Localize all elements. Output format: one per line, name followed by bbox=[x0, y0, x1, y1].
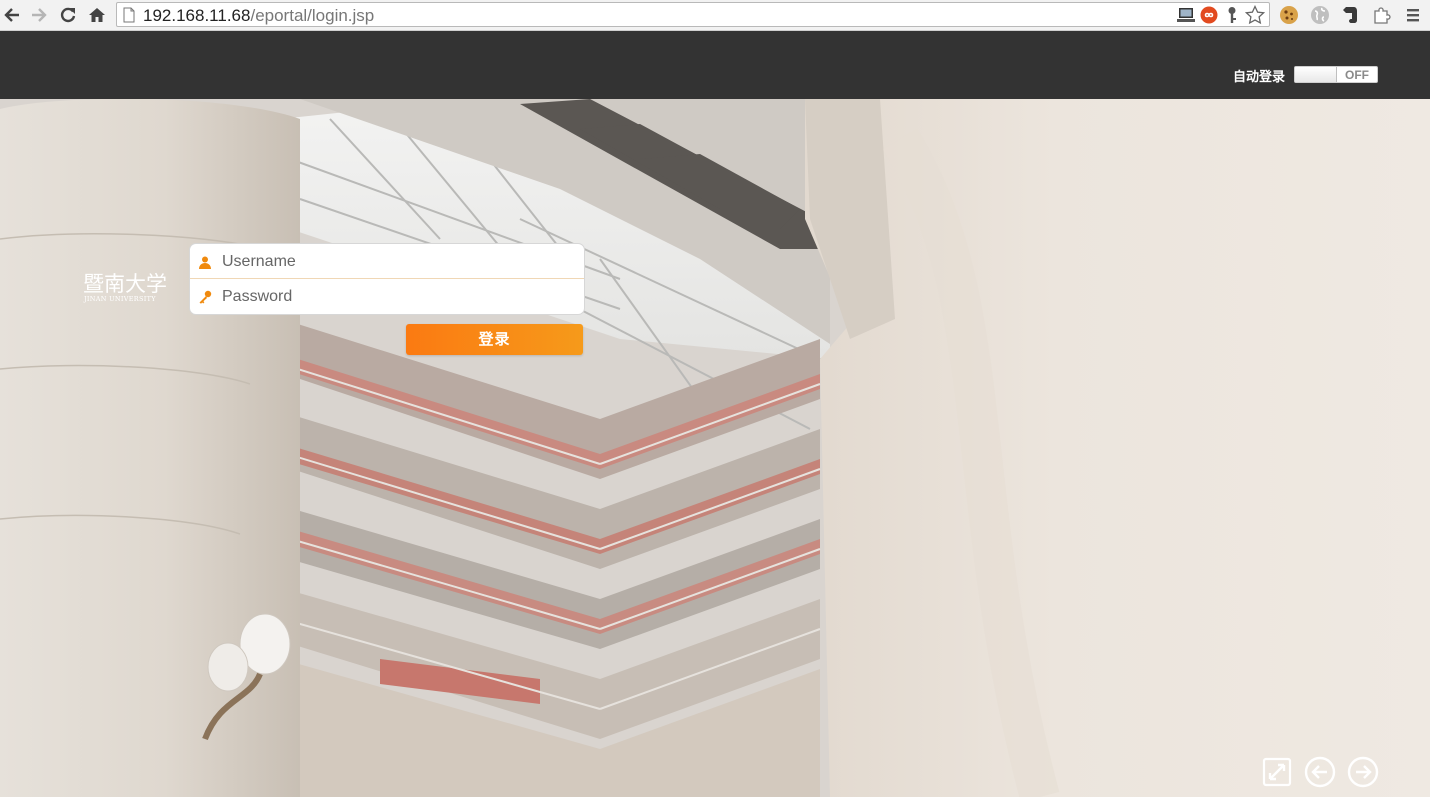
star-icon[interactable] bbox=[1245, 5, 1265, 25]
password-input[interactable] bbox=[220, 285, 574, 309]
auto-login-label: 自动登录 bbox=[1233, 69, 1286, 84]
url-host: 192.168.11.68 bbox=[143, 6, 251, 25]
puzzle-icon[interactable] bbox=[1370, 3, 1394, 27]
reload-icon[interactable] bbox=[56, 3, 80, 27]
campus-building-image bbox=[0, 99, 1430, 797]
toggle-knob[interactable] bbox=[1295, 67, 1337, 82]
menu-icon[interactable] bbox=[1401, 3, 1425, 27]
page-icon bbox=[123, 7, 135, 28]
username-field bbox=[190, 244, 584, 279]
portal-header: 自动登录 OFF bbox=[0, 31, 1430, 99]
back-icon[interactable] bbox=[0, 3, 24, 27]
background-photo bbox=[0, 99, 1430, 797]
evernote-icon[interactable] bbox=[1339, 3, 1363, 27]
previous-slide-icon[interactable] bbox=[1303, 755, 1337, 789]
address-bar[interactable]: 192.168.11.68/eportal/login.jsp bbox=[116, 2, 1270, 27]
logo-subtext: JINAN UNIVERSITY bbox=[83, 295, 156, 303]
infinity-icon[interactable] bbox=[1199, 5, 1219, 25]
forward-icon[interactable] bbox=[27, 3, 51, 27]
globe-icon[interactable] bbox=[1308, 3, 1332, 27]
next-slide-icon[interactable] bbox=[1346, 755, 1380, 789]
login-button[interactable]: 登录 bbox=[406, 324, 583, 355]
toggle-state: OFF bbox=[1345, 68, 1369, 82]
username-input[interactable] bbox=[220, 250, 574, 274]
url-text[interactable]: 192.168.11.68/eportal/login.jsp bbox=[143, 6, 374, 26]
user-icon bbox=[198, 255, 214, 271]
fullscreen-icon[interactable] bbox=[1260, 755, 1294, 789]
auto-login-toggle[interactable]: OFF bbox=[1294, 66, 1378, 83]
url-path: /eportal/login.jsp bbox=[250, 6, 375, 25]
logo-text: 暨南大学 bbox=[83, 272, 167, 296]
password-field bbox=[190, 279, 584, 313]
browser-toolbar: 192.168.11.68/eportal/login.jsp bbox=[0, 0, 1430, 31]
jinan-university-logo: 暨南大学 JINAN UNIVERSITY bbox=[82, 267, 174, 307]
login-form bbox=[189, 243, 585, 315]
key-icon[interactable] bbox=[1222, 5, 1242, 25]
monitor-icon[interactable] bbox=[1176, 5, 1196, 25]
home-icon[interactable] bbox=[85, 3, 109, 27]
cookie-icon[interactable] bbox=[1277, 3, 1301, 27]
key-icon bbox=[198, 290, 214, 306]
